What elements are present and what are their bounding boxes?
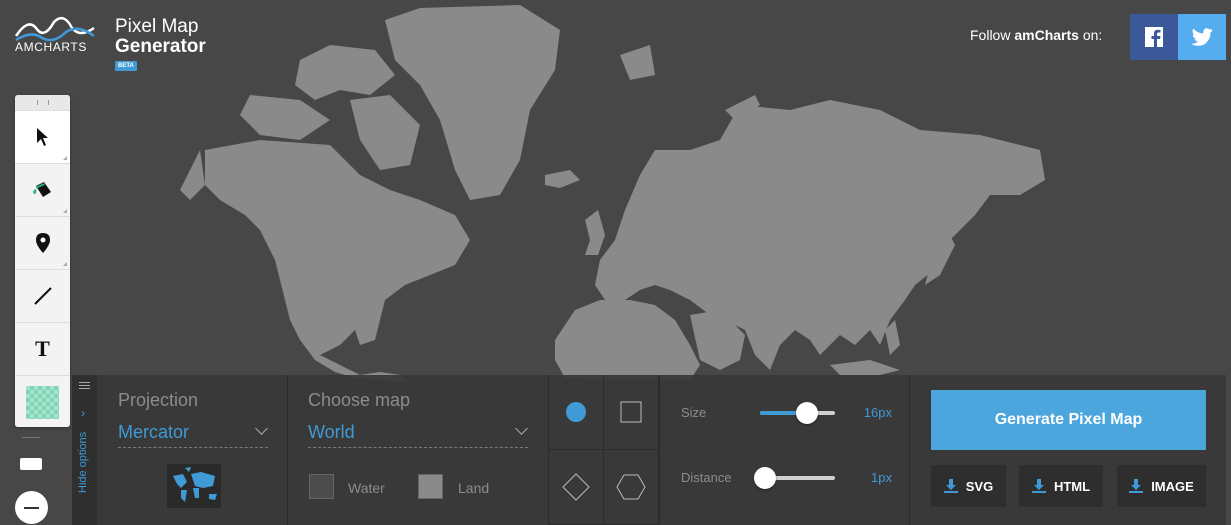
facebook-button[interactable] bbox=[1130, 14, 1178, 60]
zoom-out-button[interactable] bbox=[15, 491, 48, 524]
water-label: Water bbox=[348, 480, 385, 496]
shape-diamond[interactable] bbox=[549, 450, 604, 525]
map-land-africa bbox=[555, 300, 700, 380]
map-land-greenland bbox=[385, 5, 560, 200]
follow-prefix: Follow bbox=[970, 27, 1015, 43]
circle-icon bbox=[566, 402, 586, 422]
follow-suffix: on: bbox=[1078, 27, 1103, 43]
map-pin-icon bbox=[35, 233, 50, 253]
export-svg-label: SVG bbox=[965, 478, 994, 494]
paint-bucket-icon bbox=[32, 182, 51, 197]
projection-title: Projection bbox=[118, 390, 199, 410]
map-land-svalbard bbox=[620, 45, 655, 80]
map-land-arctic-islands-2 bbox=[240, 95, 330, 140]
generate-button[interactable]: Generate Pixel Map bbox=[931, 390, 1206, 450]
download-icon bbox=[943, 479, 958, 493]
app-title: Pixel Map Generator bbox=[115, 17, 206, 57]
water-color-picker[interactable] bbox=[309, 474, 334, 499]
menu-icon bbox=[79, 382, 90, 389]
chevron-right-icon: › bbox=[81, 406, 85, 420]
follow-brand: amCharts bbox=[1014, 27, 1079, 43]
twitter-icon bbox=[1191, 28, 1213, 46]
map-section: Choose map World Water Land bbox=[288, 375, 549, 525]
map-select[interactable]: World bbox=[308, 418, 528, 448]
facebook-icon bbox=[1145, 27, 1163, 47]
projection-select[interactable]: Mercator bbox=[118, 418, 268, 448]
map-land-north-america bbox=[205, 140, 470, 382]
color-swatch[interactable] bbox=[26, 385, 59, 419]
pointer-icon bbox=[36, 128, 48, 146]
distance-slider-handle[interactable] bbox=[754, 467, 776, 489]
line-icon bbox=[33, 287, 52, 305]
download-icon bbox=[1031, 479, 1046, 493]
projection-section: Projection Mercator bbox=[97, 375, 288, 525]
export-html-label: HTML bbox=[1053, 478, 1091, 494]
app-title-line1: Pixel Map bbox=[115, 16, 199, 37]
map-value: World bbox=[308, 422, 355, 442]
land-label: Land bbox=[458, 480, 490, 496]
follow-text: Follow amCharts on: bbox=[970, 27, 1102, 43]
export-image-label: IMAGE bbox=[1151, 478, 1194, 494]
map-land-baffin bbox=[350, 95, 420, 170]
map-title: Choose map bbox=[308, 390, 411, 410]
tool-text[interactable]: T bbox=[15, 322, 70, 375]
square-icon bbox=[620, 401, 642, 423]
shape-square[interactable] bbox=[604, 375, 659, 450]
hide-options-toggle[interactable]: › Hide options bbox=[72, 375, 97, 525]
export-svg-button[interactable]: SVG bbox=[931, 465, 1006, 507]
size-slider-handle[interactable] bbox=[796, 402, 818, 424]
projection-value: Mercator bbox=[118, 422, 190, 442]
beta-badge: BETA bbox=[115, 61, 137, 71]
projection-thumbnail bbox=[167, 464, 221, 508]
shape-circle[interactable] bbox=[549, 375, 604, 450]
tool-color[interactable] bbox=[15, 375, 70, 427]
pixel-shape-picker bbox=[549, 375, 659, 525]
map-land-alaska bbox=[180, 150, 205, 200]
rectangle-shape-button[interactable] bbox=[20, 458, 42, 470]
diamond-icon bbox=[562, 473, 590, 501]
map-land-iceland bbox=[545, 170, 580, 188]
export-image-button[interactable]: IMAGE bbox=[1117, 465, 1206, 507]
size-value: 16px bbox=[863, 405, 892, 420]
land-color-picker[interactable] bbox=[418, 474, 443, 499]
hide-options-label: Hide options bbox=[77, 431, 89, 493]
twitter-button[interactable] bbox=[1178, 14, 1226, 60]
app-title-line2: Generator bbox=[115, 36, 206, 57]
toolbar-drag-handle[interactable] bbox=[15, 95, 70, 110]
download-icon bbox=[1129, 479, 1144, 493]
map-land-arctic-islands bbox=[295, 45, 395, 100]
tool-line[interactable] bbox=[15, 269, 70, 322]
distance-label: Distance bbox=[681, 470, 732, 485]
chevron-down-icon bbox=[515, 422, 528, 435]
logo-text: AMCHARTS bbox=[15, 40, 87, 54]
divider bbox=[22, 437, 40, 438]
hexagon-icon bbox=[616, 474, 646, 500]
chevron-down-icon bbox=[255, 422, 268, 435]
map-land-indonesia bbox=[830, 360, 900, 375]
map-land-uk bbox=[585, 210, 605, 255]
tool-select[interactable] bbox=[15, 110, 70, 163]
minus-icon bbox=[24, 506, 39, 509]
tool-marker[interactable] bbox=[15, 216, 70, 269]
tool-fill[interactable] bbox=[15, 163, 70, 216]
options-panel: › Hide options Projection Mercator Choos… bbox=[72, 375, 1226, 525]
size-label: Size bbox=[681, 405, 707, 420]
distance-value: 1px bbox=[871, 470, 892, 485]
tool-palette: T bbox=[15, 95, 70, 427]
export-html-button[interactable]: HTML bbox=[1019, 465, 1103, 507]
slider-section: Size 16px Distance 1px bbox=[659, 375, 910, 525]
text-icon: T bbox=[35, 336, 50, 361]
shape-hexagon[interactable] bbox=[604, 450, 659, 525]
